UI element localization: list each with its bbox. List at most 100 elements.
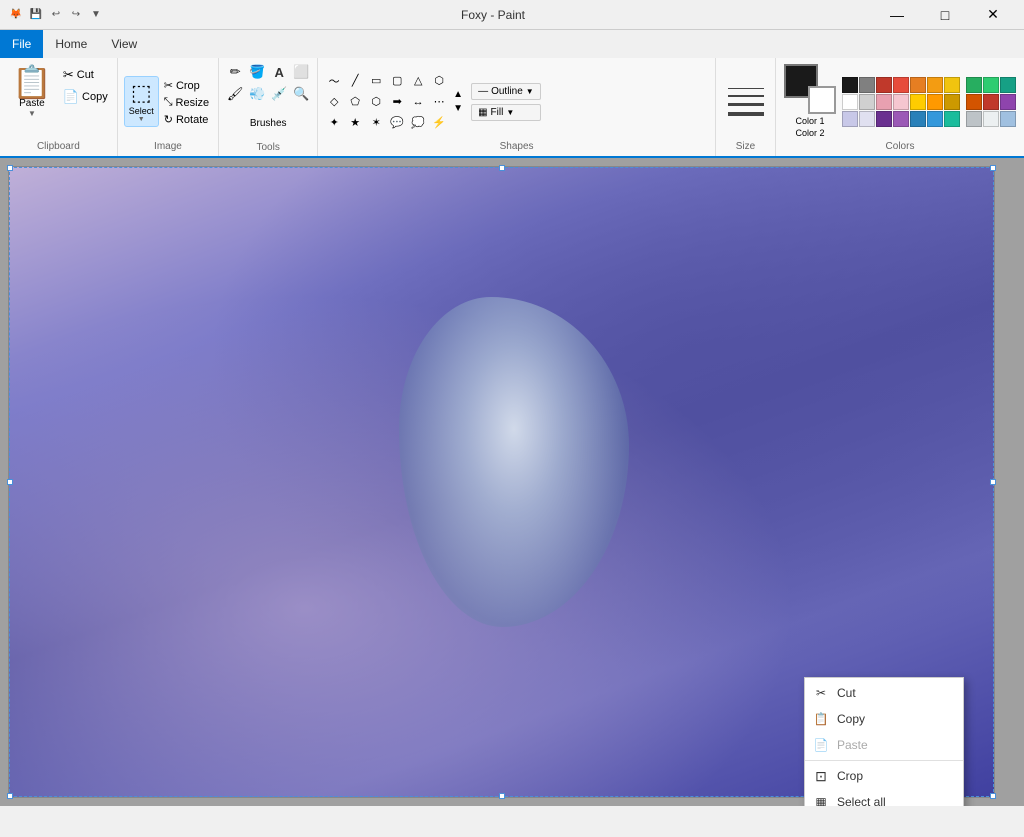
brush-tool[interactable]: 🖌 [225,84,245,104]
swatch-light-lavender[interactable] [859,111,875,127]
tools-grid: ✏ 🪣 A ⬜ 🖌 💨 💉 🔍 [225,62,311,104]
color2-box[interactable] [808,86,836,114]
paste-button[interactable]: 📋 Paste ▼ [6,62,58,141]
swatch-crimson[interactable] [983,94,999,110]
swatch-burnt-orange[interactable] [966,94,982,110]
swatch-light-pink[interactable] [893,94,909,110]
outline-fill-buttons: — Outline ▼ ▦ Fill ▼ [471,83,541,121]
minimize-button[interactable]: — [874,0,920,30]
handle-bot-mid[interactable] [499,793,505,799]
swatch-pink[interactable] [876,94,892,110]
handle-mid-left[interactable] [7,479,13,485]
handle-top-mid[interactable] [499,165,505,171]
swatch-violet[interactable] [893,111,909,127]
handle-mid-right[interactable] [990,479,996,485]
airbrush-tool[interactable]: 💨 [247,84,267,104]
shape-more[interactable]: ⋯ [429,92,449,112]
shape-rounded-rect[interactable]: ▢ [387,71,407,91]
close-button[interactable]: ✕ [970,0,1016,30]
shape-curve[interactable]: 〜 [324,71,344,91]
shape-star6[interactable]: ✶ [366,113,386,133]
brushes-button[interactable]: Brushes [238,104,298,142]
shape-star4[interactable]: ✦ [324,113,344,133]
copy-button[interactable]: 📄 Copy [60,88,111,106]
swatch-green[interactable] [966,77,982,93]
eraser-tool[interactable]: ⬜ [291,62,311,82]
handle-top-right[interactable] [990,165,996,171]
shape-callout[interactable]: 💭 [408,113,428,133]
fill-button[interactable]: ▦ Fill ▼ [471,104,541,121]
magnifier-tool[interactable]: 🔍 [291,84,311,104]
swatch-dark-blue[interactable] [910,111,926,127]
swatch-gold[interactable] [944,94,960,110]
shape-scroll[interactable]: ⬡ [429,71,449,91]
shape-star5[interactable]: ★ [345,113,365,133]
crop-button[interactable]: ✂ Crop [161,78,212,93]
select-button[interactable]: ⬚ Select ▼ [124,76,159,127]
swatch-black[interactable] [842,77,858,93]
swatch-teal[interactable] [944,111,960,127]
swatch-light-gray[interactable] [859,94,875,110]
shape-bubble[interactable]: 💬 [387,113,407,133]
ctx-copy[interactable]: 📋 Copy [805,706,963,732]
swatch-sky[interactable] [1000,111,1016,127]
shape-rectangle[interactable]: ▭ [366,71,386,91]
swatch-light-green[interactable] [983,77,999,93]
resize-button[interactable]: ⤡ Resize [161,95,212,110]
swatch-red[interactable] [893,77,909,93]
pencil-tool[interactable]: ✏ [225,62,245,82]
shapes-scroll-up[interactable]: ▲ [453,89,463,100]
fill-tool[interactable]: 🪣 [247,62,267,82]
save-icon[interactable]: 💾 [28,7,44,23]
swatch-dark-teal[interactable] [1000,77,1016,93]
expand-icon[interactable]: ▼ [88,7,104,23]
menu-item-home[interactable]: Home [43,30,99,58]
handle-top-left[interactable] [7,165,13,171]
swatch-dark-red[interactable] [876,77,892,93]
canvas-area[interactable]: ✂ Cut 📋 Copy 📄 Paste ⊡ Crop ▦ [0,158,1024,806]
shape-pentagon[interactable]: ⬠ [345,92,365,112]
maximize-button[interactable]: □ [922,0,968,30]
colors-group: Color 1 Color 2 [776,58,1024,156]
ctx-cut[interactable]: ✂ Cut [805,680,963,706]
swatch-white[interactable] [842,94,858,110]
cut-button[interactable]: ✂ Cut [60,66,111,84]
redo-icon[interactable]: ↪ [68,7,84,23]
undo-icon[interactable]: ↩ [48,7,64,23]
swatch-orange[interactable] [927,77,943,93]
ctx-select-all-icon: ▦ [813,794,829,806]
outline-button[interactable]: — Outline ▼ [471,83,541,100]
shape-arrow-dbl[interactable]: ↔ [408,92,428,112]
swatch-dark-purple[interactable] [1000,94,1016,110]
swatch-cloud[interactable] [983,111,999,127]
swatch-blue[interactable] [927,111,943,127]
ctx-crop[interactable]: ⊡ Crop [805,763,963,789]
swatch-yellow[interactable] [944,77,960,93]
shape-diamond[interactable]: ◇ [324,92,344,112]
handle-bot-left[interactable] [7,793,13,799]
swatch-amber[interactable] [927,94,943,110]
eyedropper-tool[interactable]: 💉 [269,84,289,104]
handle-bot-right[interactable] [990,793,996,799]
fill-arrow: ▼ [506,108,514,117]
shape-triangle[interactable]: △ [408,71,428,91]
swatch-lavender[interactable] [842,111,858,127]
rotate-button[interactable]: ↻ Rotate [161,112,212,127]
ctx-select-all[interactable]: ▦ Select all [805,789,963,806]
shape-line[interactable]: ╱ [345,71,365,91]
canvas[interactable]: ✂ Cut 📋 Copy 📄 Paste ⊡ Crop ▦ [9,167,994,797]
shape-hexagon[interactable]: ⬡ [366,92,386,112]
swatch-bright-yellow[interactable] [910,94,926,110]
swatch-gray[interactable] [859,77,875,93]
shape-lightning[interactable]: ⚡ [429,113,449,133]
shapes-scroll-down[interactable]: ▼ [453,103,463,114]
text-tool[interactable]: A [269,62,289,82]
swatch-dark-orange[interactable] [910,77,926,93]
menu-item-file[interactable]: File [0,30,43,58]
brushes-label: Brushes [250,118,287,129]
swatch-silver[interactable] [966,111,982,127]
menu-item-view[interactable]: View [99,30,149,58]
swatch-purple[interactable] [876,111,892,127]
shape-arrow-right[interactable]: ➡ [387,92,407,112]
paste-arrow: ▼ [28,109,36,118]
